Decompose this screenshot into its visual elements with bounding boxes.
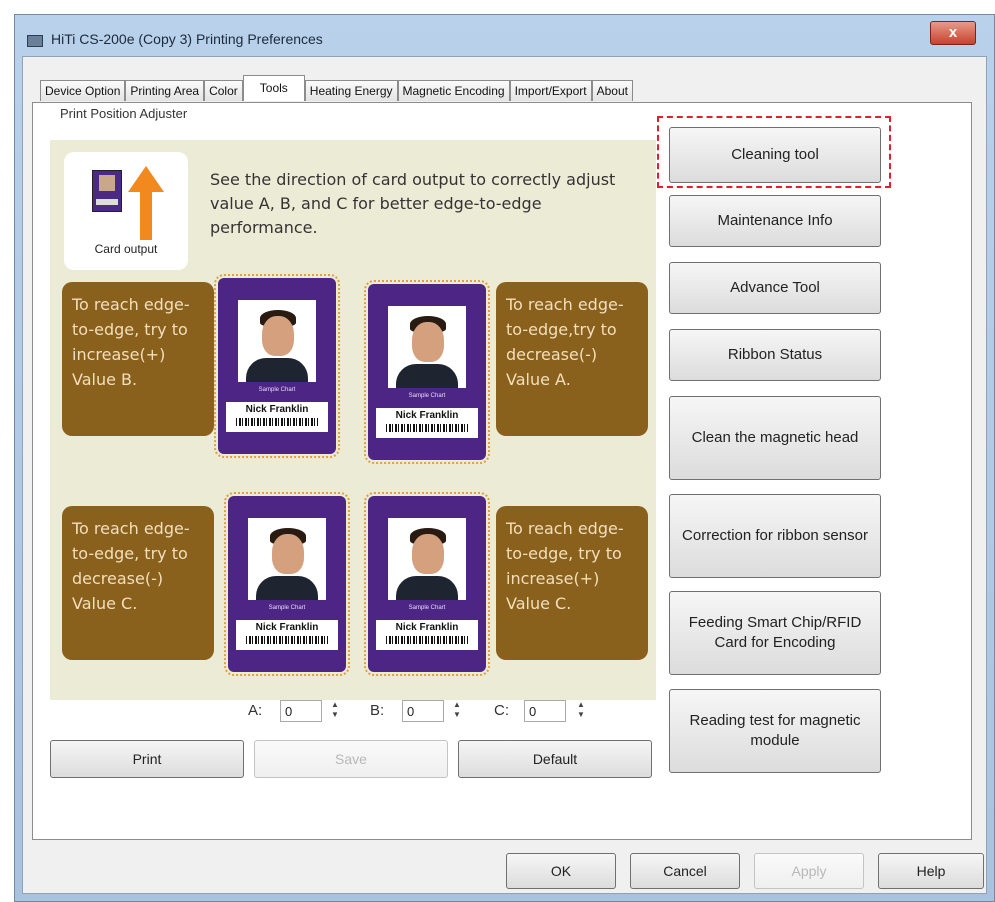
cleaning-tool-button[interactable]: Cleaning tool [669,127,881,183]
save-button[interactable]: Save [254,740,448,778]
tab-strip: Device Option Printing Area Color Tools … [40,75,633,102]
clean-magnetic-head-button[interactable]: Clean the magnetic head [669,396,881,480]
help-button[interactable]: Help [878,853,984,889]
barcode-icon [246,636,328,644]
arrow-up-icon [128,166,164,192]
print-position-adjuster: Card output See the direction of card ou… [50,140,656,700]
reading-test-magnetic-button[interactable]: Reading test for magnetic module [669,689,881,773]
tab-magnetic-encoding[interactable]: Magnetic Encoding [397,80,510,101]
ribbon-status-button[interactable]: Ribbon Status [669,329,881,381]
tab-color[interactable]: Color [204,80,243,101]
tip-bubble-b-increase: To reach edge-to-edge, try to increase(+… [62,282,214,436]
printer-icon [27,35,43,47]
nameplate: Nick Franklin [236,620,338,650]
suit [396,576,458,600]
card-name: Nick Franklin [245,404,309,415]
value-a-label: A: [248,702,263,719]
card-name: Nick Franklin [395,410,459,421]
tab-tools[interactable]: Tools [242,75,305,101]
tab-heating-energy[interactable]: Heating Energy [304,80,398,101]
portrait-photo [388,306,466,388]
apply-button[interactable]: Apply [754,853,864,889]
suit [396,364,458,388]
value-b-input[interactable]: 0 [402,700,444,722]
default-button[interactable]: Default [458,740,652,778]
correction-ribbon-sensor-button[interactable]: Correction for ribbon sensor [669,494,881,578]
face [412,322,444,362]
window-title: HiTi CS-200e (Copy 3) Printing Preferenc… [51,31,323,47]
barcode-icon [386,636,468,644]
face [412,534,444,574]
card-output-illustration: Card output [64,152,188,270]
nameplate: Nick Franklin [226,402,328,432]
tab-device-option[interactable]: Device Option [40,80,126,101]
close-button[interactable]: x [930,21,976,45]
sample-id-card: Sample Chart Nick Franklin [224,492,350,676]
tab-import-export[interactable]: Import/Export [509,80,592,101]
instruction-text: See the direction of card output to corr… [210,170,616,237]
mini-strip [96,199,118,205]
print-button[interactable]: Print [50,740,244,778]
value-a-spinner[interactable]: ▲ ▼ [328,700,342,722]
sample-text: Sample Chart [408,393,446,399]
arrow-shaft [140,190,152,240]
tab-about[interactable]: About [591,80,633,101]
mini-photo [99,175,115,191]
sample-id-card: Sample Chart Nick Franklin [364,492,490,676]
suit [256,576,318,600]
suit [246,358,308,382]
tab-printing-area[interactable]: Printing Area [125,80,205,101]
mini-id-card-icon [92,170,122,212]
card-output-label: Card output [94,242,158,256]
value-b-label: B: [370,702,385,719]
sample-id-card: Sample Chart Nick Franklin [214,274,340,458]
value-a-input[interactable]: 0 [280,700,322,722]
sample-text: Sample Chart [268,605,306,611]
sample-text: Sample Chart [408,605,446,611]
tip-bubble-c-decrease: To reach edge-to-edge, try to decrease(-… [62,506,214,660]
feeding-smart-chip-button[interactable]: Feeding Smart Chip/RFID Card for Encodin… [669,591,881,675]
face [262,316,294,356]
portrait-photo [248,518,326,600]
ok-button[interactable]: OK [506,853,616,889]
maintenance-info-button[interactable]: Maintenance Info [669,195,881,247]
card-name: Nick Franklin [395,622,459,633]
title-bar: HiTi CS-200e (Copy 3) Printing Preferenc… [15,15,994,57]
portrait-photo [238,300,316,382]
nameplate: Nick Franklin [376,408,478,438]
sample-id-card: Sample Chart Nick Franklin [364,280,490,464]
cancel-button[interactable]: Cancel [630,853,740,889]
value-c-label: C: [494,702,509,719]
barcode-icon [236,418,318,426]
barcode-icon [386,424,468,432]
tip-bubble-c-increase: To reach edge-to-edge, try to increase(+… [496,506,648,660]
card-name: Nick Franklin [255,622,319,633]
portrait-photo [388,518,466,600]
value-c-spinner[interactable]: ▲ ▼ [574,700,588,722]
sample-text: Sample Chart [258,387,296,393]
tip-bubble-a-decrease: To reach edge-to-edge,try to decrease(-)… [496,282,648,436]
value-c-input[interactable]: 0 [524,700,566,722]
value-b-spinner[interactable]: ▲ ▼ [450,700,464,722]
advance-tool-button[interactable]: Advance Tool [669,262,881,314]
print-position-adjuster-label: Print Position Adjuster [58,106,190,121]
face [272,534,304,574]
nameplate: Nick Franklin [376,620,478,650]
